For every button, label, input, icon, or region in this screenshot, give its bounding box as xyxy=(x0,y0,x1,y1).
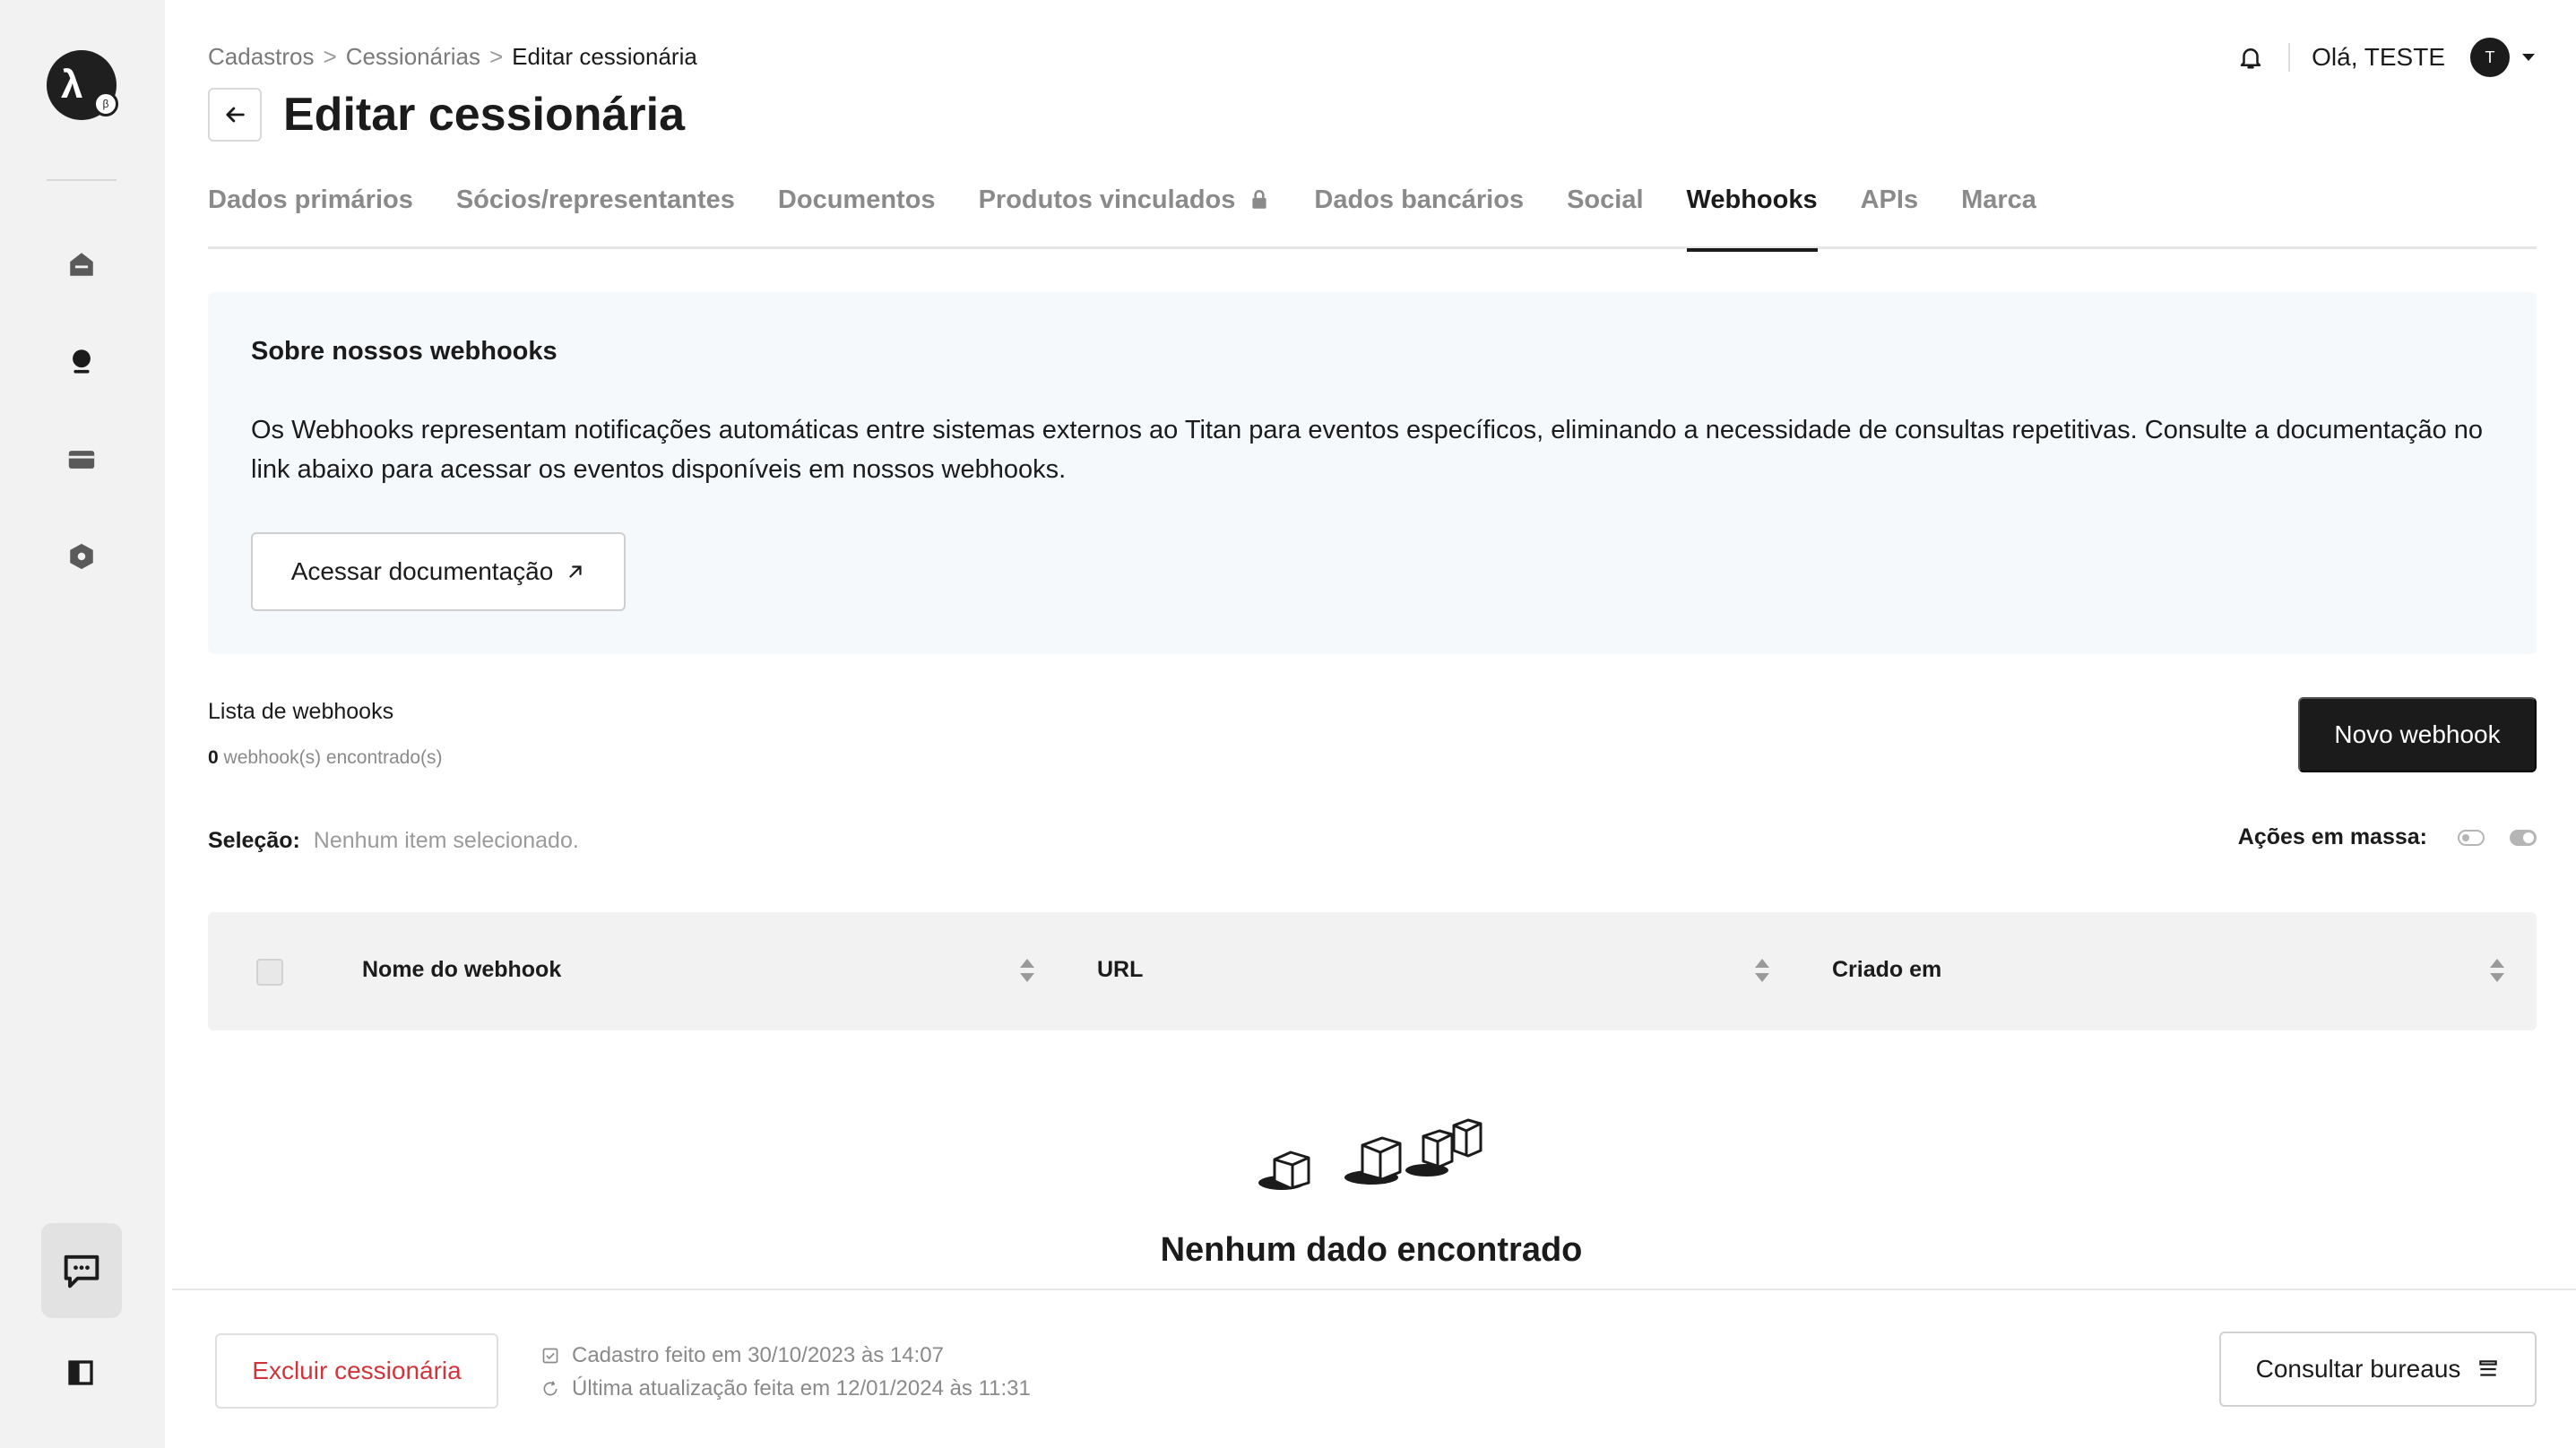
app-logo[interactable]: λ β xyxy=(47,50,118,120)
sidebar-item-users[interactable] xyxy=(63,342,100,380)
user-icon xyxy=(73,349,91,374)
documentation-button-label: Acessar documentação xyxy=(290,557,554,585)
column-header-name[interactable]: Nome do webhook xyxy=(362,957,561,983)
delete-cessionaria-button[interactable]: Excluir cessionária xyxy=(215,1333,498,1409)
checkbox-checked-icon xyxy=(542,1348,558,1363)
list-menu-icon xyxy=(2479,1360,2498,1376)
webhooks-info-panel: Sobre nossos webhooks Os Webhooks repres… xyxy=(208,292,2537,654)
tab-produtos-vinculados[interactable]: Produtos vinculados xyxy=(979,177,1272,249)
tab-label: Social xyxy=(1567,185,1644,214)
consult-bureaus-label: Consultar bureaus xyxy=(2255,1355,2461,1383)
user-greeting: Olá, TESTE xyxy=(2312,43,2445,71)
selection-value: Nenhum item selecionado. xyxy=(313,828,579,853)
mass-actions: Ações em massa: xyxy=(2238,824,2537,850)
avatar[interactable]: T xyxy=(2470,38,2510,77)
notifications-button[interactable] xyxy=(2233,39,2269,75)
header-divider xyxy=(2288,43,2291,72)
home-icon xyxy=(70,253,93,276)
tab-label: Dados primários xyxy=(208,185,413,214)
user-area: Olá, TESTE T xyxy=(2233,36,2535,79)
tab-label: APIs xyxy=(1860,185,1919,214)
record-metadata: Cadastro feito em 30/10/2023 às 14:07 Úl… xyxy=(541,1339,1031,1405)
mass-actions-label: Ações em massa: xyxy=(2237,824,2427,849)
sort-icon[interactable] xyxy=(2490,957,2504,984)
tab-label: Documentos xyxy=(777,185,936,214)
tab-dados-primarios[interactable]: Dados primários xyxy=(208,177,413,249)
tab-bar: Dados primários Sócios/representantes Do… xyxy=(208,177,2537,252)
tab-marca[interactable]: Marca xyxy=(1961,177,2036,249)
selection-label: Seleção: xyxy=(208,828,300,853)
breadcrumb: Cadastros > Cessionárias > Editar cessio… xyxy=(208,43,697,71)
column-header-url[interactable]: URL xyxy=(1097,957,1143,983)
info-description: Os Webhooks representam notificações aut… xyxy=(251,416,2484,484)
logo-mark: λ xyxy=(61,63,83,107)
sidebar-item-home[interactable] xyxy=(63,246,100,283)
selection-status: Seleção: Nenhum item selecionado. xyxy=(208,828,579,854)
hexagon-settings-icon xyxy=(70,543,93,570)
sort-icon[interactable] xyxy=(1755,957,1769,984)
credit-card-icon xyxy=(68,451,95,469)
list-title: Lista de webhooks xyxy=(208,699,394,724)
back-button[interactable] xyxy=(208,88,262,142)
documentation-button[interactable]: Acessar documentação xyxy=(251,532,626,611)
tab-label: Marca xyxy=(1961,185,2036,214)
logo-badge: β xyxy=(93,91,118,116)
tab-apis[interactable]: APIs xyxy=(1861,177,1918,249)
tab-social[interactable]: Social xyxy=(1567,177,1643,249)
breadcrumb-item-cessionarias[interactable]: Cessionárias xyxy=(346,43,480,71)
footer-bar: Excluir cessionária Cadastro feito em 30… xyxy=(172,1289,2576,1448)
sort-icon[interactable] xyxy=(1020,957,1034,984)
empty-state-message: Nenhum dado encontrado xyxy=(1160,1231,1583,1269)
breadcrumb-separator: > xyxy=(323,43,337,70)
empty-boxes-illustration xyxy=(1258,1118,1482,1190)
chevron-down-icon[interactable] xyxy=(2522,54,2535,61)
tab-socios-representantes[interactable]: Sócios/representantes xyxy=(456,177,735,249)
arrow-left-icon xyxy=(226,107,245,123)
refresh-icon xyxy=(543,1380,558,1395)
mass-action-toggle-on[interactable] xyxy=(2510,829,2537,846)
consult-bureaus-button[interactable]: Consultar bureaus xyxy=(2219,1332,2537,1407)
sidebar-collapse-button[interactable] xyxy=(65,1357,97,1389)
table-header: Nome do webhook URL Criado em xyxy=(208,912,2537,1030)
new-webhook-button[interactable]: Novo webhook xyxy=(2298,697,2537,772)
count-suffix: webhook(s) encontrado(s) xyxy=(223,747,443,768)
sidebar-divider xyxy=(47,179,117,181)
info-title: Sobre nossos webhooks xyxy=(251,337,558,366)
panel-toggle-icon xyxy=(68,1360,93,1385)
list-count: 0 webhook(s) encontrado(s) xyxy=(208,747,442,769)
updated-text: Última atualização feita em 12/01/2024 à… xyxy=(572,1376,1031,1401)
tab-dados-bancarios[interactable]: Dados bancários xyxy=(1314,177,1524,249)
column-header-created[interactable]: Criado em xyxy=(1832,957,1941,983)
updated-info: Última atualização feita em 12/01/2024 à… xyxy=(541,1372,1031,1405)
sidebar-item-settings[interactable] xyxy=(63,538,100,575)
external-link-arrow-icon xyxy=(569,565,582,578)
bell-icon xyxy=(2240,48,2261,69)
tab-label: Webhooks xyxy=(1686,185,1818,214)
sidebar-item-cards[interactable] xyxy=(63,441,100,478)
count-value: 0 xyxy=(208,747,219,768)
select-all-checkbox[interactable] xyxy=(256,959,283,986)
lock-icon xyxy=(1252,189,1266,209)
tab-webhooks[interactable]: Webhooks xyxy=(1686,177,1818,252)
tab-documentos[interactable]: Documentos xyxy=(778,177,936,249)
created-text: Cadastro feito em 30/10/2023 às 14:07 xyxy=(572,1343,944,1367)
created-info: Cadastro feito em 30/10/2023 às 14:07 xyxy=(541,1339,1031,1372)
tab-label: Sócios/representantes xyxy=(455,185,735,214)
page-title: Editar cessionária xyxy=(283,89,685,141)
breadcrumb-separator: > xyxy=(488,43,504,70)
tab-label: Dados bancários xyxy=(1314,185,1525,214)
mass-action-toggle-off[interactable] xyxy=(2458,829,2485,846)
tab-label: Produtos vinculados xyxy=(978,185,1236,214)
breadcrumb-item-cadastros[interactable]: Cadastros xyxy=(208,43,315,71)
breadcrumb-item-current: Editar cessionária xyxy=(512,43,697,70)
